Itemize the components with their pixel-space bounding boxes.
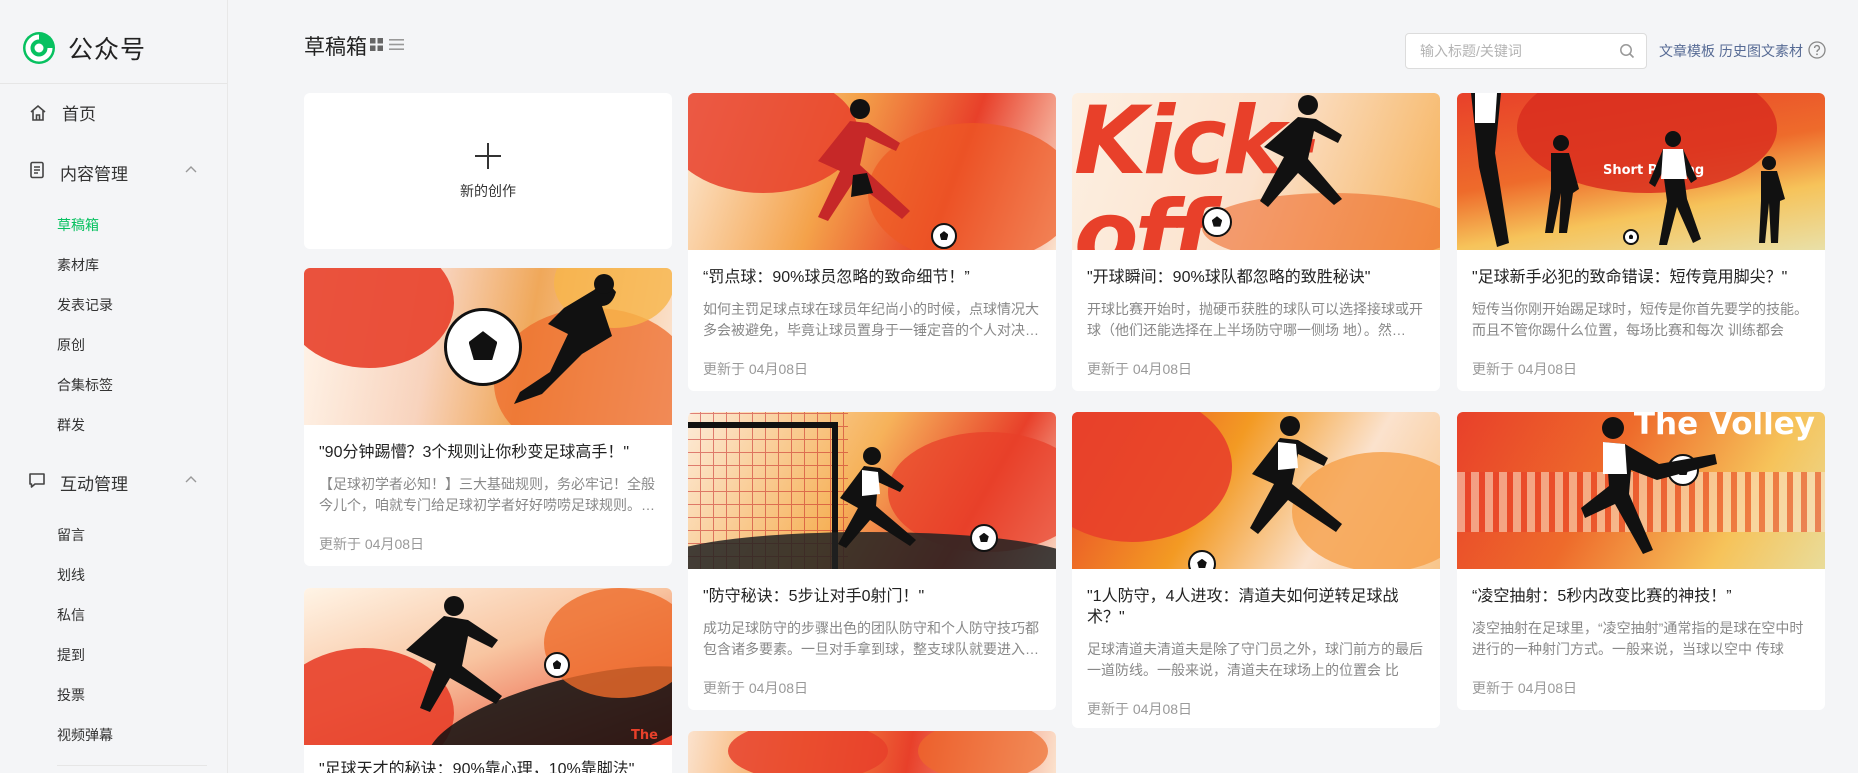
search-input[interactable] — [1420, 34, 1616, 68]
draft-card[interactable]: "防守秘诀：5步让对手0射门！" 成功足球防守的步骤出色的团队防守和个人防守技巧… — [688, 412, 1056, 710]
nav-home-label: 首页 — [62, 105, 96, 124]
draft-card[interactable] — [688, 731, 1056, 773]
new-creation-label: 新的创作 — [460, 183, 516, 199]
article-cover-image: The Volley — [1457, 412, 1825, 569]
document-icon — [28, 161, 46, 184]
sidebar-item-video-danmaku[interactable]: 视频弹幕 — [57, 725, 113, 745]
cover-overlay-text: The — [631, 728, 658, 743]
sidebar-item-drafts[interactable]: 草稿箱 — [57, 215, 99, 235]
sidebar-item-original[interactable]: 原创 — [57, 335, 85, 355]
sidebar-item-messages[interactable]: 私信 — [57, 605, 85, 625]
help-icon[interactable] — [1808, 41, 1826, 59]
sidebar-item-votes[interactable]: 投票 — [57, 685, 85, 705]
article-title: "防守秘诀：5步让对手0射门！" — [703, 588, 925, 605]
nav-interaction-label: 互动管理 — [60, 475, 128, 494]
list-view-icon[interactable] — [389, 38, 404, 51]
article-title: "90分钟踢懵？3个规则让你秒变足球高手！" — [319, 444, 630, 461]
article-excerpt: 凌空抽射在足球里，“凌空抽射”通常指的是球在空中时进行的一种射门方式。一般来说，… — [1472, 620, 1804, 657]
draft-card[interactable]: The Volley “凌空抽射：5秒内改变比赛的神技！” 凌空抽射在足球里，“… — [1457, 412, 1825, 710]
article-title: "足球新手必犯的致命错误：短传竟用脚尖？" — [1472, 269, 1788, 286]
draft-card[interactable]: The "足球天才的秘诀：90%靠心理，10%靠脚法" — [304, 588, 672, 773]
nav-home[interactable]: 首页 — [28, 100, 96, 125]
sidebar: 公众号 首页 内容管理 草稿箱 素材库 发表记录 原创 合集标签 群发 互动管理… — [0, 0, 228, 773]
divider — [57, 765, 207, 766]
article-excerpt: 【足球初学者必知！】三大基础规则，务必牢记！全般今儿个，咱就专门给足球初学者好好… — [319, 476, 655, 513]
sidebar-item-mass-send[interactable]: 群发 — [57, 415, 85, 435]
article-excerpt: 短传当你刚开始踢足球时，短传是你首先要学的技能。而且不管你踢什么位置，每场比赛和… — [1472, 301, 1808, 338]
sidebar-item-materials[interactable]: 素材库 — [57, 255, 99, 275]
article-excerpt: 如何主罚足球点球在球员年纪尚小的时候，点球情况大多会被避免，毕竟让球员置身于一锤… — [703, 301, 1039, 338]
comment-icon — [28, 471, 46, 494]
sidebar-item-publish-records[interactable]: 发表记录 — [57, 295, 113, 315]
article-templates-link[interactable]: 文章模板 — [1659, 41, 1715, 61]
grid-view-icon[interactable] — [370, 38, 383, 51]
wechat-logo-icon — [23, 32, 55, 64]
article-cover-image — [304, 268, 672, 425]
updated-date: 更新于 04月08日 — [703, 361, 809, 377]
updated-date: 更新于 04月08日 — [1472, 361, 1578, 377]
article-cover-image — [1072, 412, 1440, 569]
draft-card[interactable]: "90分钟踢懵？3个规则让你秒变足球高手！" 【足球初学者必知！】三大基础规则，… — [304, 268, 672, 566]
draft-card[interactable]: Kick-off "开球瞬间：90%球队都忽略的致胜秘诀" 开球比赛开始时，抛硬… — [1072, 93, 1440, 391]
search-box[interactable] — [1405, 33, 1647, 69]
sidebar-item-underlines[interactable]: 划线 — [57, 565, 85, 585]
article-cover-image: Kick-off — [1072, 93, 1440, 250]
article-cover-image — [688, 412, 1056, 569]
updated-date: 更新于 04月08日 — [703, 680, 809, 696]
updated-date: 更新于 04月08日 — [1087, 701, 1193, 717]
history-materials-link[interactable]: 历史图文素材 — [1719, 41, 1803, 61]
chevron-up-icon — [185, 476, 197, 483]
updated-date: 更新于 04月08日 — [1472, 680, 1578, 696]
article-excerpt: 成功足球防守的步骤出色的团队防守和个人防守技巧都包含诸多要素。一旦对手拿到球，整… — [703, 620, 1039, 657]
updated-date: 更新于 04月08日 — [1087, 361, 1193, 377]
article-title: "足球天才的秘诀：90%靠心理，10%靠脚法" — [319, 761, 635, 773]
chevron-up-icon — [185, 166, 197, 173]
draft-card[interactable]: "1人防守，4人进攻：清道夫如何逆转足球战术？" 足球清道夫清道夫是除了守门员之… — [1072, 412, 1440, 728]
home-icon — [28, 103, 48, 123]
draft-card[interactable]: Short Passing "足球新手必犯的致命错误：短传竟用脚尖？" 短传当你… — [1457, 93, 1825, 391]
plus-icon — [475, 143, 501, 169]
sidebar-item-collections[interactable]: 合集标签 — [57, 375, 113, 395]
nav-content-management[interactable]: 内容管理 — [28, 160, 198, 185]
sidebar-item-comments[interactable]: 留言 — [57, 525, 85, 545]
page-title: 草稿箱 — [304, 36, 367, 59]
sidebar-item-mentions[interactable]: 提到 — [57, 645, 85, 665]
article-excerpt: 足球清道夫清道夫是除了守门员之外，球门前方的最后一道防线。一般来说，清道夫在球场… — [1087, 641, 1423, 678]
nav-interaction-management[interactable]: 互动管理 — [28, 470, 198, 495]
article-title: “罚点球：90%球员忽略的致命细节！” — [703, 269, 970, 286]
app-name: 公众号 — [68, 36, 147, 64]
article-cover-image — [688, 731, 1056, 773]
article-cover-image — [688, 93, 1056, 250]
new-creation-card[interactable]: 新的创作 — [304, 93, 672, 249]
article-cover-image: The — [304, 588, 672, 745]
article-title: "1人防守，4人进攻：清道夫如何逆转足球战术？" — [1087, 588, 1399, 626]
article-excerpt: 开球比赛开始时，抛硬币获胜的球队可以选择接球或开球（他们还能选择在上半场防守哪一… — [1087, 301, 1423, 338]
search-icon[interactable] — [1619, 43, 1635, 59]
article-title: "开球瞬间：90%球队都忽略的致胜秘诀" — [1087, 269, 1371, 286]
updated-date: 更新于 04月08日 — [319, 536, 425, 552]
divider — [0, 83, 227, 84]
draft-card[interactable]: “罚点球：90%球员忽略的致命细节！” 如何主罚足球点球在球员年纪尚小的时候，点… — [688, 93, 1056, 391]
app-logo[interactable]: 公众号 — [22, 30, 146, 66]
article-cover-image: Short Passing — [1457, 93, 1825, 250]
nav-content-label: 内容管理 — [60, 165, 128, 184]
article-title: “凌空抽射：5秒内改变比赛的神技！” — [1472, 588, 1732, 605]
